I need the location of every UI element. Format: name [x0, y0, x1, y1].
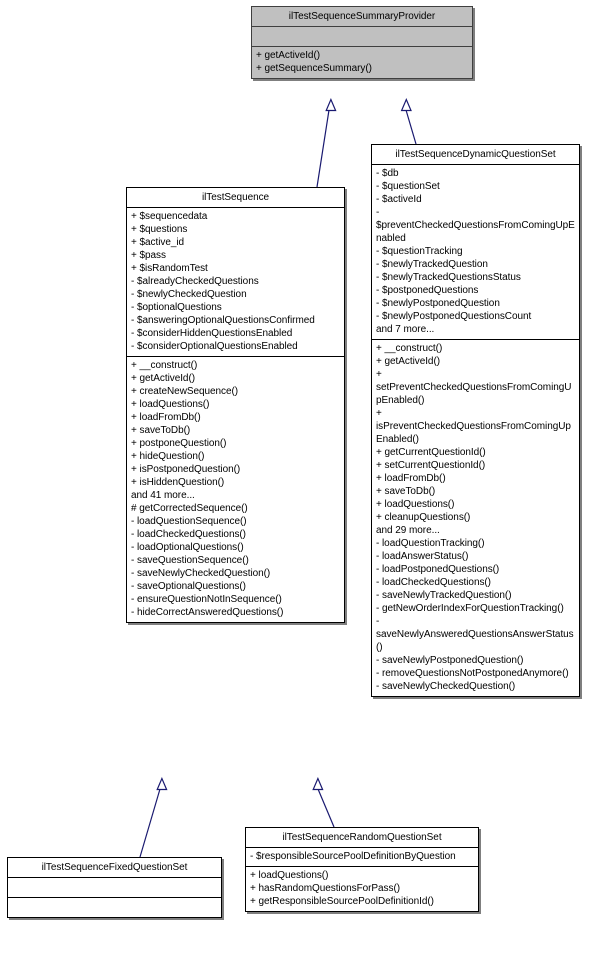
class-box-random-question-set[interactable]: ilTestSequenceRandomQuestionSet - $respo… — [245, 827, 479, 912]
member-row: - $preventCheckedQuestionsFromComingUpEn… — [376, 207, 575, 244]
member-row: - $newlyTrackedQuestionsStatus — [376, 272, 521, 283]
class-methods-test-sequence: + __construct() + getActiveId() + create… — [127, 357, 344, 622]
class-attributes-test-sequence: + $sequencedata + $questions + $active_i… — [127, 208, 344, 356]
member-row: + setCurrentQuestionId() — [376, 460, 486, 471]
member-row: - removeQuestionsNotPostponedAnymore() — [376, 668, 569, 679]
member-row: - saveNewlyTrackedQuestion() — [376, 590, 512, 601]
member-row: and 29 more... — [376, 525, 440, 536]
member-row: - $newlyPostponedQuestion — [376, 298, 500, 309]
member-row: + __construct() — [376, 343, 443, 354]
member-row: + saveToDb() — [376, 486, 436, 497]
member-row: + setPreventCheckedQuestionsFromComingUp… — [376, 369, 572, 406]
member-row: + __construct() — [131, 360, 198, 371]
class-methods-random-question-set: + loadQuestions() + hasRandomQuestionsFo… — [246, 867, 478, 911]
member-row: - $considerOptionalQuestionsEnabled — [131, 341, 298, 352]
edge-dynamic-question-set-to-summary-provider — [400, 97, 417, 145]
member-row: - $alreadyCheckedQuestions — [131, 276, 259, 287]
member-row: + loadQuestions() — [131, 399, 210, 410]
member-row: + saveToDb() — [131, 425, 191, 436]
member-row: - loadCheckedQuestions() — [131, 529, 246, 540]
member-row: + getActiveId() — [376, 356, 441, 367]
class-title-summary-provider: ilTestSequenceSummaryProvider — [288, 11, 436, 22]
member-row: and 41 more... — [131, 490, 195, 501]
member-row: + postponeQuestion() — [131, 438, 227, 449]
member-row: - $postponedQuestions — [376, 285, 479, 296]
member-row: - $newlyPostponedQuestionsCount — [376, 311, 532, 322]
class-box-fixed-question-set[interactable]: ilTestSequenceFixedQuestionSet — [7, 857, 222, 918]
member-row: - $newlyCheckedQuestion — [131, 289, 247, 300]
member-row: - $newlyTrackedQuestion — [376, 259, 488, 270]
member-row: + hideQuestion() — [131, 451, 205, 462]
class-title-random-question-set: ilTestSequenceRandomQuestionSet — [282, 832, 442, 843]
member-row: - loadAnswerStatus() — [376, 551, 469, 562]
class-attributes-dynamic-question-set: - $db - $questionSet - $activeId - $prev… — [372, 165, 579, 339]
class-title-fixed-question-set: ilTestSequenceFixedQuestionSet — [41, 862, 188, 873]
member-row: - saveNewlyCheckedQuestion() — [376, 681, 516, 692]
member-row: - loadCheckedQuestions() — [376, 577, 491, 588]
edge-random-question-set-to-test-sequence — [312, 776, 335, 828]
member-row: - $questionSet — [376, 181, 440, 192]
member-row: - $responsibleSourcePoolDefinitionByQues… — [250, 851, 456, 862]
member-row: - ensureQuestionNotInSequence() — [131, 594, 282, 605]
member-row: + loadFromDb() — [376, 473, 446, 484]
class-attributes-fixed-question-set — [8, 878, 221, 897]
member-row: + getSequenceSummary() — [256, 63, 372, 74]
member-row: - $activeId — [376, 194, 422, 205]
member-row: - hideCorrectAnsweredQuestions() — [131, 607, 284, 618]
member-row: - $db — [376, 168, 399, 179]
member-row: # getCorrectedSequence() — [131, 503, 248, 514]
member-row: - $questionTracking — [376, 246, 463, 257]
edge-fixed-question-set-to-test-sequence — [139, 776, 168, 858]
member-row: + cleanupQuestions() — [376, 512, 471, 523]
member-row: + $sequencedata — [131, 211, 208, 222]
member-row: + $active_id — [131, 237, 185, 248]
class-title-dynamic-question-set: ilTestSequenceDynamicQuestionSet — [395, 149, 556, 160]
member-row: + loadFromDb() — [131, 412, 201, 423]
class-box-dynamic-question-set[interactable]: ilTestSequenceDynamicQuestionSet - $db -… — [371, 144, 580, 697]
member-row: + createNewSequence() — [131, 386, 239, 397]
class-attributes-random-question-set: - $responsibleSourcePoolDefinitionByQues… — [246, 848, 478, 866]
uml-class-diagram: ilTestSequenceSummaryProvider + getActiv… — [0, 0, 614, 969]
member-row: + isHiddenQuestion() — [131, 477, 225, 488]
class-methods-summary-provider: + getActiveId() + getSequenceSummary() — [252, 47, 472, 78]
member-row: - loadQuestionTracking() — [376, 538, 485, 549]
member-row: - loadQuestionSequence() — [131, 516, 247, 527]
member-row: - saveOptionalQuestions() — [131, 581, 246, 592]
member-row: + isPostponedQuestion() — [131, 464, 241, 475]
member-row: and 7 more... — [376, 324, 435, 335]
member-row: - saveNewlyAnsweredQuestionsAnswerStatus… — [376, 616, 574, 653]
member-row: - $answeringOptionalQuestionsConfirmed — [131, 315, 315, 326]
edge-test-sequence-to-summary-provider — [316, 97, 337, 188]
member-row: - getNewOrderIndexForQuestionTracking() — [376, 603, 564, 614]
member-row: + getResponsibleSourcePoolDefinitionId() — [250, 896, 434, 907]
class-methods-fixed-question-set — [8, 898, 221, 917]
member-row: + $pass — [131, 250, 166, 261]
member-row: + getActiveId() — [256, 50, 321, 61]
class-methods-dynamic-question-set: + __construct() + getActiveId() + setPre… — [372, 340, 579, 696]
member-row: + $questions — [131, 224, 188, 235]
class-box-test-sequence[interactable]: ilTestSequence + $sequencedata + $questi… — [126, 187, 345, 623]
member-row: - saveNewlyPostponedQuestion() — [376, 655, 524, 666]
member-row: - loadPostponedQuestions() — [376, 564, 500, 575]
member-row: + getActiveId() — [131, 373, 196, 384]
member-row: + isPreventCheckedQuestionsFromComingUpE… — [376, 408, 571, 445]
class-title-test-sequence: ilTestSequence — [201, 192, 270, 203]
member-row: + $isRandomTest — [131, 263, 208, 274]
member-row: + loadQuestions() — [250, 870, 329, 881]
member-row: - loadOptionalQuestions() — [131, 542, 244, 553]
member-row: - $considerHiddenQuestionsEnabled — [131, 328, 293, 339]
member-row: + getCurrentQuestionId() — [376, 447, 486, 458]
member-row: - saveNewlyCheckedQuestion() — [131, 568, 271, 579]
class-box-summary-provider[interactable]: ilTestSequenceSummaryProvider + getActiv… — [251, 6, 473, 79]
member-row: - saveQuestionSequence() — [131, 555, 249, 566]
member-row: + hasRandomQuestionsForPass() — [250, 883, 401, 894]
class-attributes-summary-provider — [252, 27, 472, 46]
member-row: + loadQuestions() — [376, 499, 455, 510]
member-row: - $optionalQuestions — [131, 302, 222, 313]
